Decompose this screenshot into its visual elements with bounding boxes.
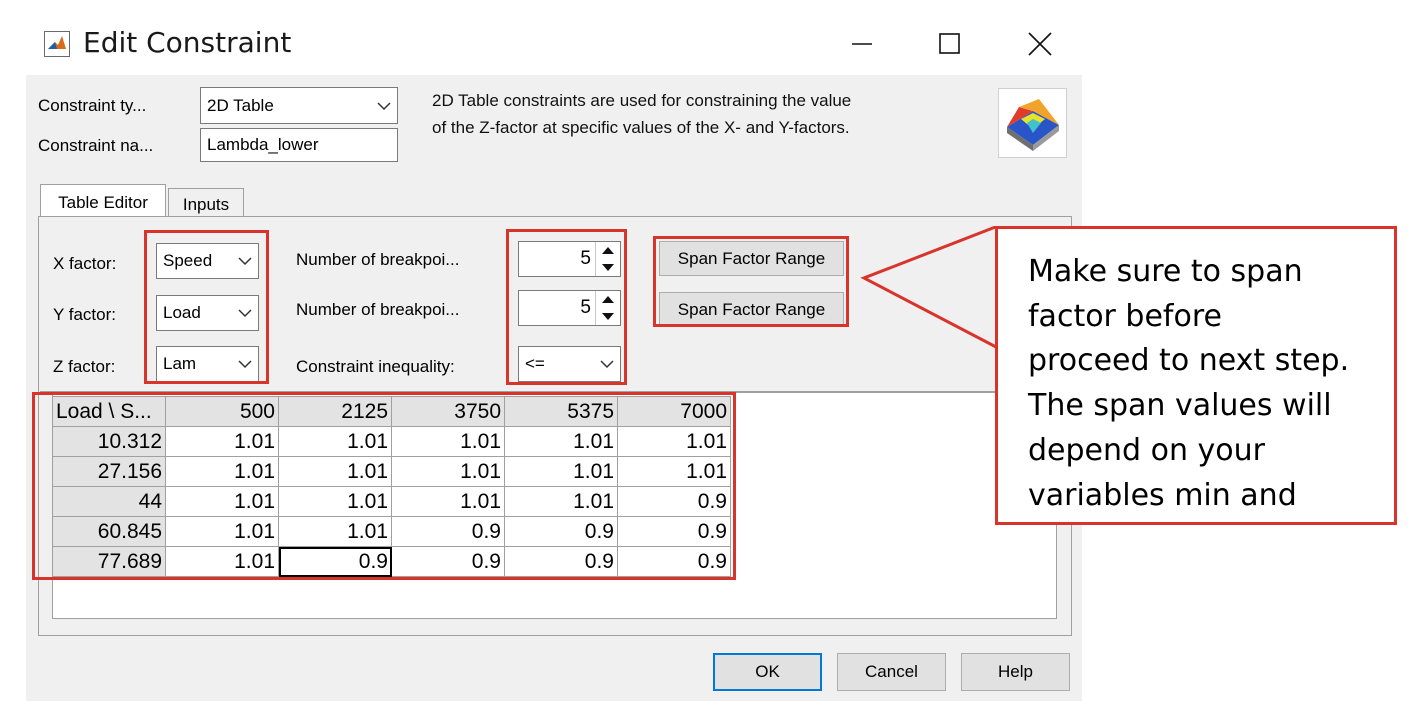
chevron-down-icon [371, 88, 397, 123]
constraint-type-value: 2D Table [207, 95, 274, 115]
minimize-icon[interactable] [842, 24, 882, 64]
annotation-line: variables min and [1028, 477, 1297, 513]
surface-plot-icon [998, 88, 1067, 158]
constraint-name-field[interactable]: Lambda_lower [200, 128, 398, 162]
y-factor-label: Y factor: [53, 305, 116, 324]
y-breakpoints-label: Number of breakpoi... [296, 300, 460, 319]
factor-highlight-box [144, 230, 269, 384]
window-title: Edit Constraint [83, 26, 292, 59]
ok-button[interactable]: OK [713, 653, 822, 691]
annotation-line: depend on your [1028, 432, 1265, 468]
callout-pointer [860, 226, 999, 350]
x-factor-label: X factor: [53, 254, 117, 273]
close-icon[interactable] [1020, 24, 1060, 64]
annotation-line: factor before [1028, 298, 1222, 334]
matlab-icon [44, 31, 70, 57]
inequality-label: Constraint inequality: [296, 357, 455, 376]
span-highlight-box [653, 236, 849, 327]
description-text: 2D Table constraints are used for constr… [432, 87, 851, 141]
description-line: of the Z-factor at specific values of th… [432, 118, 850, 137]
cancel-button[interactable]: Cancel [837, 653, 946, 691]
constraint-name-label: Constraint na... [38, 136, 154, 155]
table-highlight-box [32, 392, 736, 580]
constraint-type-select[interactable]: 2D Table [200, 87, 398, 124]
z-factor-label: Z factor: [53, 357, 116, 376]
annotation-text: Make sure to span factor before proceed … [1028, 250, 1388, 518]
annotation-line: Make sure to span [1028, 254, 1303, 289]
maximize-icon[interactable] [930, 24, 970, 64]
annotation-line: proceed to next step. [1028, 343, 1350, 379]
annotation-line: The span values will [1028, 388, 1332, 424]
constraint-type-label: Constraint ty... [38, 96, 147, 115]
description-line: 2D Table constraints are used for constr… [432, 91, 852, 110]
breakpoints-highlight-box [506, 229, 627, 385]
tab-table-editor[interactable]: Table Editor [40, 184, 166, 220]
x-breakpoints-label: Number of breakpoi... [296, 250, 460, 269]
help-button[interactable]: Help [961, 653, 1070, 691]
